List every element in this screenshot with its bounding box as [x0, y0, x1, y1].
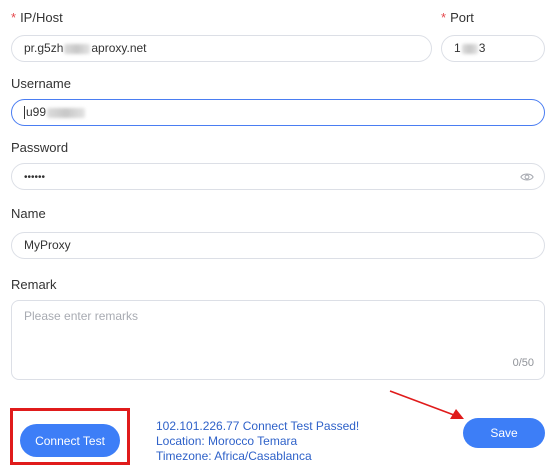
text-caret: [24, 106, 25, 120]
name-input[interactable]: MyProxy: [11, 232, 545, 259]
redacted-blur: [47, 107, 86, 118]
remark-label: Remark: [11, 277, 57, 292]
connect-test-result: 102.101.226.77 Connect Test Passed! Loca…: [156, 419, 359, 464]
arrow-icon: [389, 390, 464, 419]
password-input[interactable]: ••••••: [11, 163, 545, 190]
result-ip-line: 102.101.226.77 Connect Test Passed!: [156, 419, 360, 433]
required-mark: *: [11, 10, 17, 25]
name-label: Name: [11, 206, 46, 221]
remark-placeholder: Please enter remarks: [24, 309, 139, 323]
required-mark: *: [441, 10, 447, 25]
eye-icon[interactable]: [520, 170, 534, 184]
password-label: Password: [11, 140, 69, 155]
redacted-blur: [461, 43, 478, 54]
ip-host-label: * IP/Host: [11, 10, 63, 25]
redacted-blur: [64, 43, 91, 54]
port-label: * Port: [441, 10, 474, 25]
remark-textarea[interactable]: Please enter remarks 0/50: [11, 300, 545, 380]
username-input[interactable]: u99: [11, 99, 545, 126]
port-input[interactable]: 13: [441, 35, 545, 62]
username-label: Username: [11, 76, 71, 91]
result-timezone-line: Timezone: Africa/Casablanca: [156, 449, 312, 463]
result-location-line: Location: Morocco Temara: [156, 434, 298, 448]
ip-host-input[interactable]: pr.g5zh aproxy.net: [11, 35, 432, 62]
remark-char-counter: 0/50: [512, 357, 534, 369]
connect-test-button[interactable]: Connect Test: [20, 424, 120, 457]
save-button[interactable]: Save: [463, 418, 545, 448]
